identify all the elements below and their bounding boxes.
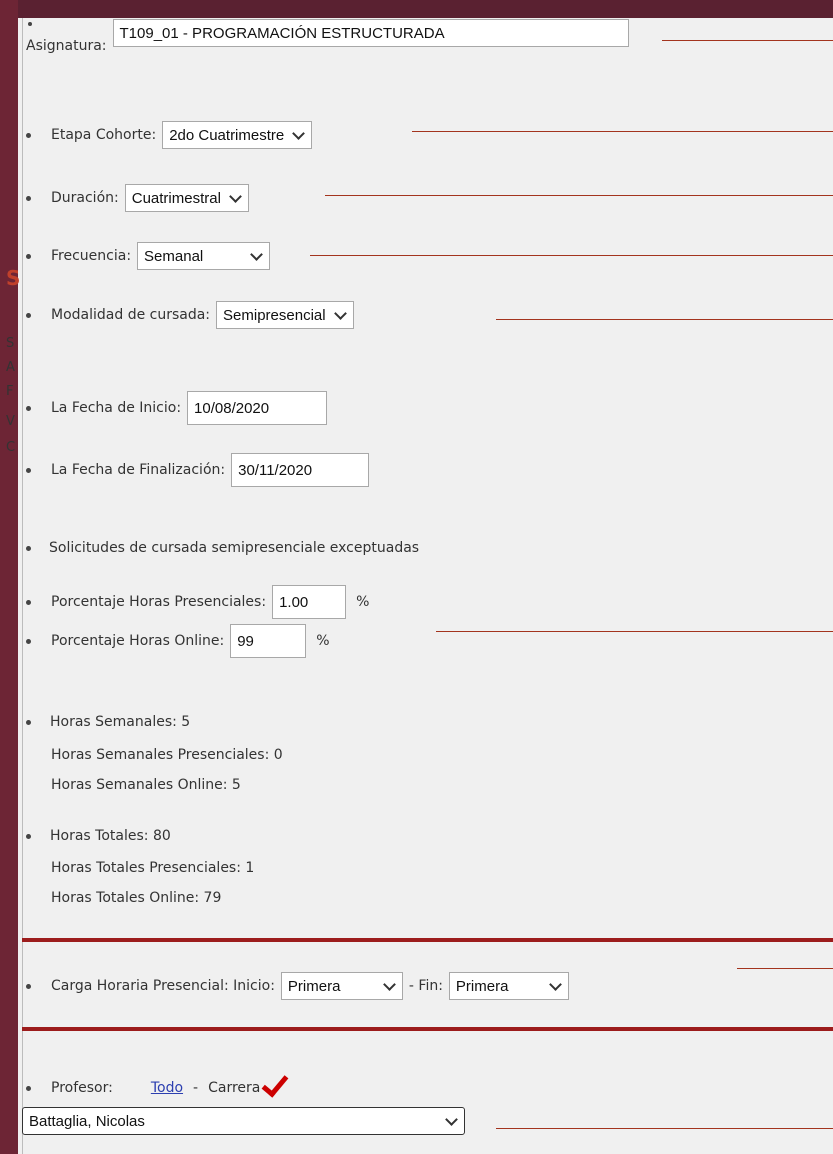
cropped-fragment: V <box>6 414 15 429</box>
cropped-fragment: A <box>6 360 15 375</box>
chevron-down-icon <box>292 126 306 140</box>
pct-presencial-unit: % <box>356 594 370 610</box>
solicitudes-row: Solicitudes de cursada semipresenciale e… <box>22 540 419 556</box>
bullet <box>26 195 31 201</box>
frecuencia-row: Frecuencia: Semanal <box>22 242 271 270</box>
todo-link[interactable]: Todo <box>151 1080 183 1096</box>
annotation-line <box>325 195 833 196</box>
check-mark-icon[interactable] <box>261 1068 289 1098</box>
bullet <box>26 132 31 138</box>
cropped-fragment: S <box>6 266 21 290</box>
solicitudes-text: Solicitudes de cursada semipresenciale e… <box>49 540 420 556</box>
bullet <box>26 467 31 473</box>
bullet <box>26 638 31 644</box>
modalidad-select[interactable]: Semipresencial <box>216 301 354 329</box>
profesor-select-value: Battaglia, Nicolas <box>29 1112 145 1130</box>
chevron-down-icon <box>229 189 242 203</box>
left-side-panel <box>0 0 18 1154</box>
horas-semanales-row: Horas Semanales: 5 <box>22 714 190 730</box>
cropped-fragment: C <box>6 440 16 455</box>
chevron-down-icon <box>333 306 347 320</box>
annotation-line <box>436 631 833 632</box>
carrera-label: Carrera <box>208 1080 261 1096</box>
carga-inicio-value: Primera <box>287 977 341 995</box>
pct-online-row: Porcentaje Horas Online: 99 % <box>22 624 330 658</box>
asignatura-input[interactable]: T109_01 - PROGRAMACIÓN ESTRUCTURADA <box>112 19 629 47</box>
asignatura-row: Asignatura: T109_01 - PROGRAMACIÓN ESTRU… <box>22 19 629 54</box>
bullet <box>26 253 31 259</box>
frecuencia-label: Frecuencia: <box>51 248 132 264</box>
asignatura-label: Asignatura: <box>26 38 107 54</box>
carga-fin-value: Primera <box>455 977 509 995</box>
horas-totales-total: Horas Totales: 80 <box>50 828 171 844</box>
horas-totales-online: Horas Totales Online: 79 <box>51 890 222 906</box>
fecha-fin-row: La Fecha de Finalización: 30/11/2020 <box>22 453 370 487</box>
etapa-select[interactable]: 2do Cuatrimestre <box>162 121 313 149</box>
horas-semanales-presenciales: Horas Semanales Presenciales: 0 <box>51 747 283 763</box>
annotation-line <box>496 319 833 320</box>
fecha-inicio-input[interactable]: 10/08/2020 <box>187 391 328 425</box>
window-top-bar <box>0 0 833 18</box>
carga-inicio-select[interactable]: Primera <box>280 972 403 1000</box>
chevron-down-icon <box>549 977 562 991</box>
annotation-line <box>412 131 833 132</box>
annotation-line <box>737 968 833 969</box>
duracion-row: Duración: Cuatrimestral <box>22 184 249 212</box>
profesor-row: Profesor: Todo - Carrera <box>22 1068 289 1098</box>
pct-presencial-row: Porcentaje Horas Presenciales: 1.00 % <box>22 585 369 619</box>
carga-label: Carga Horaria Presencial: Inicio: <box>51 978 275 994</box>
bullet <box>26 983 31 989</box>
pct-online-input[interactable]: 99 <box>230 624 307 658</box>
etapa-label: Etapa Cohorte: <box>51 127 157 143</box>
modalidad-row: Modalidad de cursada: Semipresencial <box>22 301 354 329</box>
horas-semanales-total: Horas Semanales: 5 <box>50 714 191 730</box>
profesor-separator: - <box>193 1080 199 1096</box>
carga-fin-label: - Fin: <box>408 978 443 994</box>
bullet <box>26 833 31 839</box>
horas-totales-row: Horas Totales: 80 <box>22 828 171 844</box>
bullet <box>26 1085 31 1091</box>
profesor-select[interactable]: Battaglia, Nicolas <box>22 1107 465 1135</box>
section-divider <box>22 1027 833 1031</box>
cropped-fragment: F <box>6 384 14 399</box>
fecha-inicio-label: La Fecha de Inicio: <box>51 400 182 416</box>
bullet <box>26 599 31 605</box>
chevron-down-icon <box>250 247 263 261</box>
modalidad-select-value: Semipresencial <box>223 306 326 324</box>
pct-presencial-label: Porcentaje Horas Presenciales: <box>51 594 267 610</box>
duracion-select[interactable]: Cuatrimestral <box>124 184 249 212</box>
etapa-row: Etapa Cohorte: 2do Cuatrimestre <box>22 121 313 149</box>
frecuencia-select[interactable]: Semanal <box>137 242 271 270</box>
horas-semanales-online: Horas Semanales Online: 5 <box>51 777 241 793</box>
duracion-select-value: Cuatrimestral <box>131 189 221 207</box>
modalidad-label: Modalidad de cursada: <box>51 307 211 323</box>
carga-fin-select[interactable]: Primera <box>448 972 569 1000</box>
bullet <box>28 22 32 26</box>
cropped-fragment: S <box>6 336 15 351</box>
fecha-inicio-row: La Fecha de Inicio: 10/08/2020 <box>22 391 328 425</box>
annotation-line <box>496 1128 833 1129</box>
pct-online-unit: % <box>316 633 330 649</box>
section-divider <box>22 938 833 942</box>
bullet <box>26 719 31 725</box>
profesor-label: Profesor: <box>51 1080 113 1096</box>
pct-online-label: Porcentaje Horas Online: <box>51 633 225 649</box>
pct-presencial-input[interactable]: 1.00 <box>272 585 347 619</box>
annotation-line <box>662 40 833 41</box>
annotation-line <box>310 255 833 256</box>
horas-totales-presenciales: Horas Totales Presenciales: 1 <box>51 860 255 876</box>
fecha-fin-input[interactable]: 30/11/2020 <box>231 453 370 487</box>
bullet <box>26 405 31 411</box>
fecha-fin-label: La Fecha de Finalización: <box>51 462 226 478</box>
bullet <box>26 312 31 318</box>
chevron-down-icon <box>383 977 396 991</box>
chevron-down-icon <box>445 1112 458 1126</box>
carga-row: Carga Horaria Presencial: Inicio: Primer… <box>22 972 569 1000</box>
bullet <box>26 545 31 551</box>
frecuencia-select-value: Semanal <box>144 247 204 265</box>
etapa-select-value: 2do Cuatrimestre <box>169 126 285 144</box>
duracion-label: Duración: <box>51 190 119 206</box>
